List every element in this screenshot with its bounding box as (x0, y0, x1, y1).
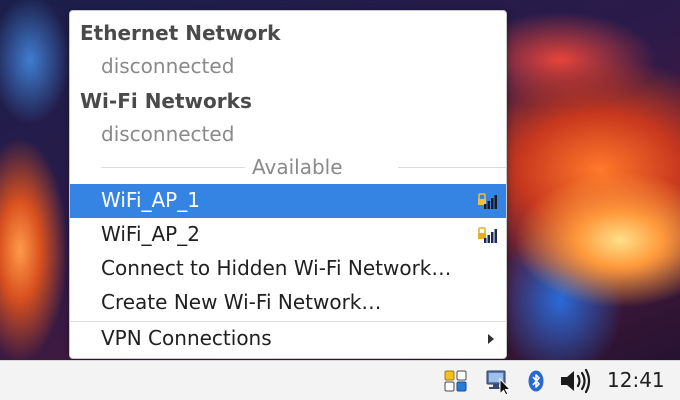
submenu-arrow-icon (488, 334, 494, 344)
connect-hidden-network-item[interactable]: Connect to Hidden Wi-Fi Network… (70, 252, 506, 286)
network-icon[interactable] (485, 369, 511, 395)
applets-icon[interactable] (444, 370, 468, 392)
network-menu: Ethernet Network disconnected Wi-Fi Netw… (69, 10, 507, 359)
wifi-header: Wi-Fi Networks (80, 89, 252, 113)
volume-icon[interactable] (558, 367, 592, 395)
wifi-status: disconnected (101, 122, 235, 146)
taskbar: 12:41 (0, 360, 680, 400)
network-ssid: WiFi_AP_1 (101, 188, 200, 212)
signal-lock-icon (478, 227, 497, 243)
network-item-wifi-ap-1[interactable]: WiFi_AP_1 (70, 184, 506, 218)
menu-item-label: VPN Connections (101, 326, 272, 350)
separator-line (398, 167, 506, 168)
bluetooth-icon[interactable] (528, 370, 544, 392)
ethernet-status: disconnected (101, 54, 235, 78)
available-label: Available (252, 155, 343, 179)
network-item-wifi-ap-2[interactable]: WiFi_AP_2 (70, 218, 506, 252)
separator-line (101, 167, 245, 168)
available-separator: Available (101, 156, 506, 178)
signal-lock-icon (478, 193, 497, 209)
create-new-network-item[interactable]: Create New Wi-Fi Network… (70, 286, 506, 320)
network-ssid: WiFi_AP_2 (101, 222, 200, 246)
vpn-connections-item[interactable]: VPN Connections (70, 322, 506, 356)
clock[interactable]: 12:41 (607, 370, 665, 390)
menu-item-label: Create New Wi-Fi Network… (101, 290, 382, 314)
menu-item-label: Connect to Hidden Wi-Fi Network… (101, 256, 452, 280)
ethernet-header: Ethernet Network (80, 21, 281, 45)
